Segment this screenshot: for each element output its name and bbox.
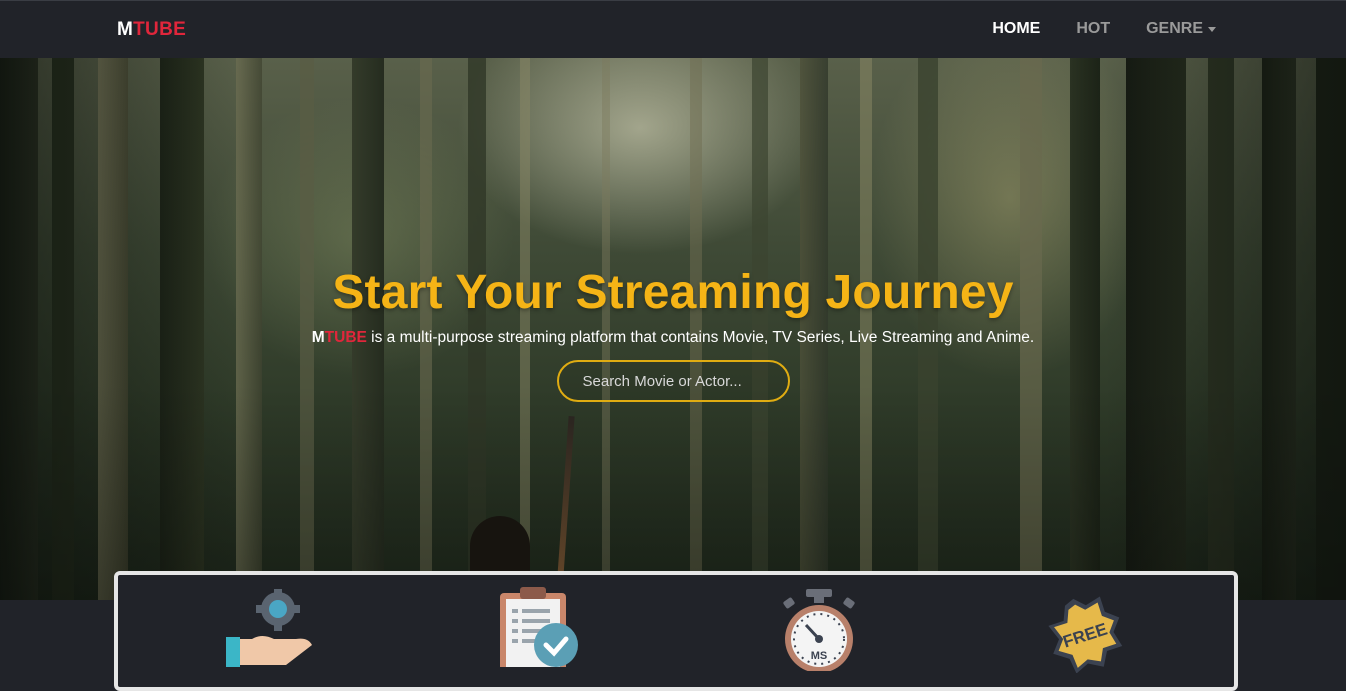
hero-subtitle-text: is a multi-purpose streaming platform th…	[366, 329, 1035, 346]
brand-logo[interactable]: MTUBE	[117, 19, 186, 41]
top-navbar: MTUBE HOME HOT GENRE	[0, 0, 1346, 58]
hero-brand-first: M	[311, 329, 325, 346]
search-input[interactable]	[556, 360, 790, 402]
hero-subtitle: MTUBE is a multi-purpose streaming platf…	[0, 328, 1346, 348]
features-panel: MS FREE	[114, 571, 1238, 691]
hero-brand-rest: TUBE	[324, 329, 367, 346]
nav-links: HOME HOT GENRE	[956, 20, 1216, 38]
stopwatch-icon: MS	[774, 587, 864, 676]
hand-gear-icon	[226, 587, 316, 674]
nav-genre-dropdown[interactable]: GENRE	[1146, 20, 1216, 38]
free-badge-icon: FREE	[1040, 593, 1130, 678]
hero-content: Start Your Streaming Journey MTUBE is a …	[0, 264, 1346, 402]
hero-title: Start Your Streaming Journey	[332, 266, 1014, 319]
brand-logo-rest: TUBE	[133, 19, 187, 40]
hero-section: Start Your Streaming Journey MTUBE is a …	[0, 58, 1346, 600]
nav-genre-label: GENRE	[1146, 20, 1203, 37]
caret-down-icon	[1208, 27, 1216, 32]
clipboard-check-icon	[498, 587, 588, 672]
nav-home-link[interactable]: HOME	[992, 20, 1040, 38]
stopwatch-label: MS	[811, 650, 828, 662]
nav-hot-link[interactable]: HOT	[1076, 20, 1110, 38]
brand-logo-first: M	[117, 19, 134, 40]
